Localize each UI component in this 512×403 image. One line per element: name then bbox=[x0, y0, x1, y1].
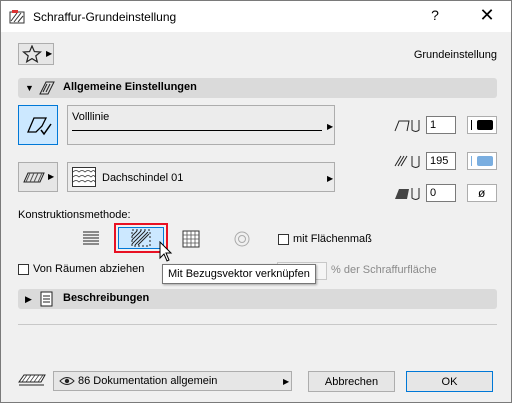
pen-color-button[interactable] bbox=[467, 116, 497, 134]
fill-pen-value: 195 bbox=[430, 155, 449, 167]
fill-pen-color-button[interactable] bbox=[467, 152, 497, 170]
link-to-vector-icon bbox=[131, 229, 151, 250]
construction-method-label: Konstruktionsmethode: bbox=[18, 209, 131, 221]
collapsed-arrow-icon: ▶ bbox=[25, 294, 32, 304]
ok-button[interactable]: OK bbox=[406, 371, 493, 392]
close-button[interactable]: ✕ bbox=[475, 5, 499, 26]
fill-pen-color-swatch bbox=[477, 156, 493, 166]
pen-number-value: 1 bbox=[430, 119, 437, 131]
background-pen-value: 0 bbox=[430, 187, 437, 199]
fit-to-element-icon[interactable] bbox=[81, 228, 101, 251]
hatch-tool-button[interactable] bbox=[18, 105, 58, 145]
fill-pen-color-divider bbox=[471, 156, 472, 166]
cursor-arrow-icon bbox=[159, 240, 173, 266]
fill-pattern-selector[interactable]: Dachschindel 01 ▶ bbox=[67, 162, 335, 192]
background-pen-icon bbox=[393, 184, 423, 205]
favorites-button[interactable]: ▶ bbox=[18, 43, 54, 65]
fill-pattern-icon bbox=[72, 167, 96, 190]
line-type-preview bbox=[72, 130, 322, 131]
cancel-button[interactable]: Abbrechen bbox=[308, 371, 395, 392]
area-size-label: mit Flächenmaß bbox=[293, 233, 372, 245]
chevron-right-icon: ▶ bbox=[46, 49, 53, 58]
fill-pattern-label: Dachschindel 01 bbox=[102, 172, 184, 184]
preset-label: Grundeinstellung bbox=[413, 49, 497, 61]
layer-selector[interactable]: 86 Dokumentation allgemein ▶ bbox=[53, 371, 292, 391]
pen-color-divider bbox=[471, 120, 472, 130]
line-type-selector[interactable]: Volllinie ▶ bbox=[67, 105, 335, 145]
layer-name: 86 Dokumentation allgemein bbox=[78, 375, 218, 387]
area-size-checkbox[interactable] bbox=[278, 234, 289, 245]
subtract-rooms-checkbox[interactable] bbox=[18, 264, 29, 275]
tooltip: Mit Bezugsvektor verknüpfen bbox=[162, 264, 316, 284]
title-bar: Schraffur-Grundeinstellung ? ✕ bbox=[1, 1, 511, 32]
general-settings-header[interactable]: ▼ Allgemeine Einstellungen bbox=[18, 78, 497, 98]
background-pen-field[interactable]: 0 bbox=[426, 184, 456, 202]
window-title: Schraffur-Grundeinstellung bbox=[33, 10, 177, 24]
chevron-right-icon: ▶ bbox=[283, 377, 290, 386]
line-type-label: Volllinie bbox=[72, 111, 110, 123]
chevron-right-icon: ▶ bbox=[327, 122, 334, 131]
fill-type-button[interactable]: ▶ bbox=[18, 162, 58, 192]
radial-pattern-icon[interactable] bbox=[233, 230, 251, 251]
description-icon bbox=[40, 291, 54, 310]
chevron-right-icon: ▶ bbox=[48, 172, 55, 181]
background-pen-color-button[interactable]: ø bbox=[467, 184, 497, 202]
layer-icon bbox=[18, 372, 48, 391]
link-to-vector-inner bbox=[118, 227, 164, 249]
tooltip-text: Mit Bezugsvektor verknüpfen bbox=[168, 268, 310, 280]
rotated-pattern-icon[interactable] bbox=[182, 230, 200, 251]
hatch-app-icon bbox=[9, 9, 25, 28]
percent-suffix: % der Schraffurfläche bbox=[331, 264, 437, 276]
fill-pen-field[interactable]: 195 bbox=[426, 152, 456, 170]
ok-label: OK bbox=[441, 376, 458, 388]
star-icon bbox=[21, 44, 43, 66]
footer-divider bbox=[18, 324, 497, 325]
fill-pen-icon bbox=[393, 152, 423, 173]
cancel-label: Abbrechen bbox=[324, 376, 379, 388]
section-settings-icon bbox=[38, 80, 56, 99]
pen-color-swatch bbox=[477, 120, 493, 130]
descriptions-title: Beschreibungen bbox=[63, 292, 150, 304]
dialog-content: ▶ Grundeinstellung ▼ Allgemeine Einstell… bbox=[1, 32, 511, 402]
fill-type-icon bbox=[22, 170, 48, 187]
subtract-rooms-label: Von Räumen abziehen bbox=[33, 263, 145, 275]
pen-icon bbox=[393, 116, 423, 137]
help-button[interactable]: ? bbox=[425, 7, 445, 23]
chevron-right-icon: ▶ bbox=[327, 174, 334, 183]
transparent-icon: ø bbox=[478, 186, 486, 200]
descriptions-header[interactable]: ▶ Beschreibungen bbox=[18, 289, 497, 309]
hatch-tool-icon bbox=[24, 112, 54, 141]
pen-number-field[interactable]: 1 bbox=[426, 116, 456, 134]
eye-icon bbox=[59, 375, 75, 390]
general-settings-title: Allgemeine Einstellungen bbox=[63, 81, 197, 93]
expand-arrow-icon: ▼ bbox=[25, 83, 34, 93]
dialog-window: Schraffur-Grundeinstellung ? ✕ ▶ Grundei… bbox=[0, 0, 512, 403]
